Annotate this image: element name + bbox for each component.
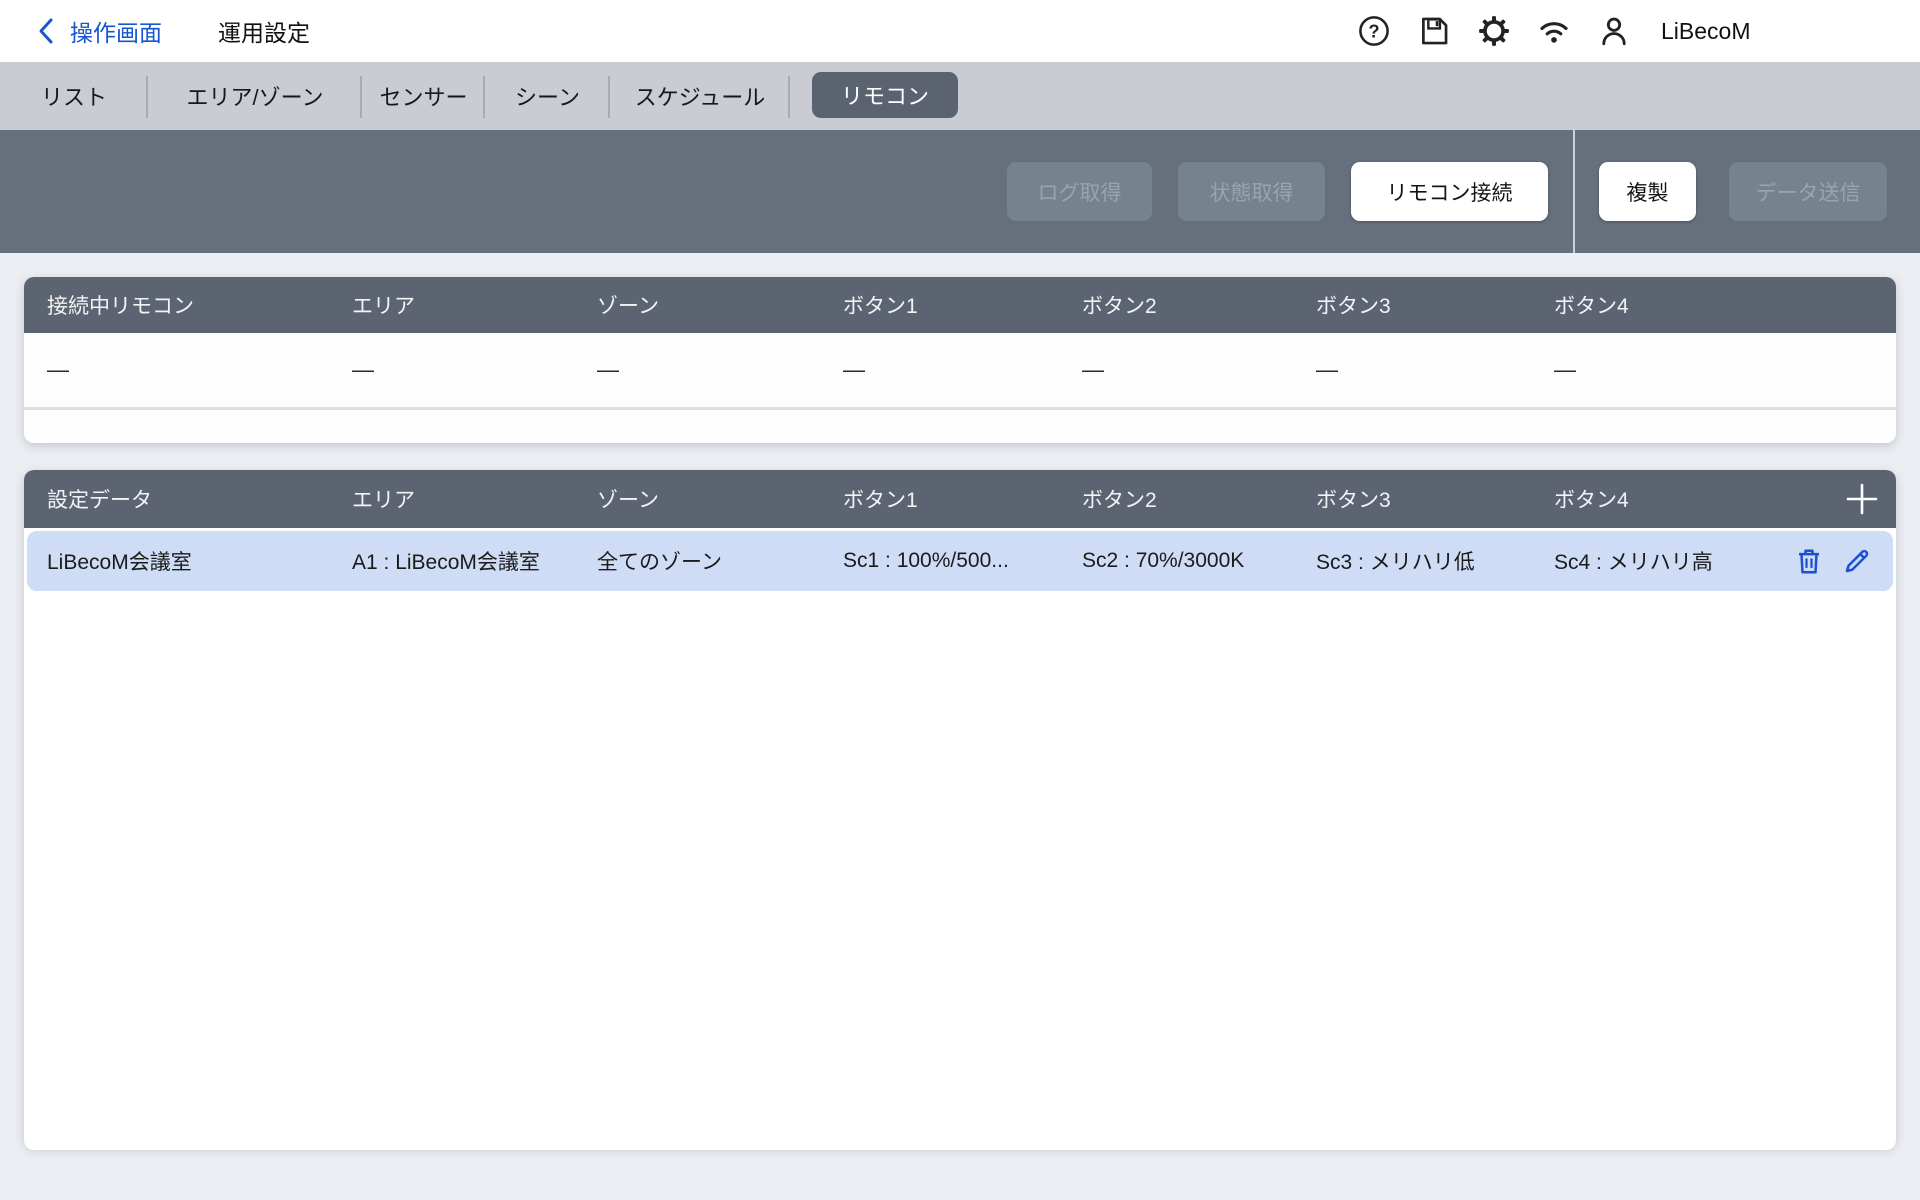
connected-table-footer <box>24 410 1896 440</box>
action-toolbar: ログ取得 状態取得 リモコン接続 複製 データ送信 <box>0 130 1920 253</box>
settings-table-header: 設定データ エリア ゾーン ボタン1 ボタン2 ボタン3 ボタン4 <box>24 470 1896 528</box>
column-header: 設定データ <box>47 484 352 514</box>
column-header: 接続中リモコン <box>47 290 352 320</box>
tab-scene[interactable]: シーン <box>485 62 610 130</box>
remote-connect-button[interactable]: リモコン接続 <box>1351 162 1548 221</box>
column-header: ボタン3 <box>1316 290 1554 320</box>
column-header: ボタン3 <box>1316 484 1554 514</box>
column-header: エリア <box>352 290 597 320</box>
user-icon[interactable] <box>1597 14 1631 48</box>
help-icon[interactable]: ? <box>1357 14 1391 48</box>
cell-zone: — <box>597 357 843 383</box>
connected-remote-row: — — — — — — — <box>24 333 1896 410</box>
cell-button2: — <box>1082 357 1316 383</box>
back-link[interactable]: 操作画面 <box>36 0 162 62</box>
column-header: ボタン2 <box>1082 290 1316 320</box>
cell-name: LiBecoM会議室 <box>47 546 352 576</box>
svg-text:?: ? <box>1368 21 1379 42</box>
tab-schedule[interactable]: スケジュール <box>610 62 790 130</box>
settings-icon[interactable] <box>1477 14 1511 48</box>
toolbar-divider <box>1573 130 1575 253</box>
column-header: ボタン4 <box>1554 290 1794 320</box>
top-bar: 操作画面 運用設定 ? <box>0 0 1920 62</box>
back-chevron-icon <box>36 16 58 46</box>
column-header: ボタン1 <box>843 290 1082 320</box>
send-data-button[interactable]: データ送信 <box>1729 162 1887 221</box>
cell-button4: Sc4 : メリハリ高 <box>1554 546 1794 576</box>
cell-button1: Sc1 : 100%/500... <box>843 549 1082 573</box>
column-header: ゾーン <box>597 484 843 514</box>
edit-icon[interactable] <box>1842 546 1872 576</box>
cell-button4: — <box>1554 357 1794 383</box>
wifi-icon[interactable] <box>1537 14 1571 48</box>
tab-area-zone[interactable]: エリア/ゾーン <box>148 62 362 130</box>
cell-button2: Sc2 : 70%/3000K <box>1082 549 1316 573</box>
get-status-button[interactable]: 状態取得 <box>1178 162 1325 221</box>
tab-bar: リスト エリア/ゾーン センサー シーン スケジュール リモコン <box>0 62 1920 130</box>
topbar-actions: ? <box>1357 0 1750 62</box>
save-icon[interactable] <box>1417 14 1451 48</box>
settings-row-selected[interactable]: LiBecoM会議室 A1 : LiBecoM会議室 全てのゾーン Sc1 : … <box>27 531 1893 591</box>
tab-sensor[interactable]: センサー <box>362 62 485 130</box>
cell-button1: — <box>843 357 1082 383</box>
add-setting-button[interactable] <box>1844 481 1880 517</box>
get-log-button[interactable]: ログ取得 <box>1007 162 1152 221</box>
column-header: エリア <box>352 484 597 514</box>
column-header: ボタン4 <box>1554 484 1794 514</box>
tab-remote-selected[interactable]: リモコン <box>812 72 958 118</box>
delete-icon[interactable] <box>1794 546 1824 576</box>
settings-table-body: LiBecoM会議室 A1 : LiBecoM会議室 全てのゾーン Sc1 : … <box>24 531 1896 1150</box>
cell-remote: — <box>47 357 352 383</box>
cell-button3: Sc3 : メリハリ低 <box>1316 546 1554 576</box>
user-name-label: LiBecoM <box>1661 18 1750 45</box>
duplicate-button[interactable]: 複製 <box>1599 162 1696 221</box>
cell-button3: — <box>1316 357 1554 383</box>
settings-data-table: 設定データ エリア ゾーン ボタン1 ボタン2 ボタン3 ボタン4 LiBeco… <box>24 470 1896 1147</box>
column-header: ゾーン <box>597 290 843 320</box>
tab-list[interactable]: リスト <box>0 62 148 130</box>
page-title: 運用設定 <box>218 0 310 62</box>
cell-zone: 全てのゾーン <box>597 546 843 576</box>
cell-area: — <box>352 357 597 383</box>
connected-table-header: 接続中リモコン エリア ゾーン ボタン1 ボタン2 ボタン3 ボタン4 <box>24 277 1896 333</box>
cell-area: A1 : LiBecoM会議室 <box>352 546 597 576</box>
back-link-label: 操作画面 <box>70 14 162 48</box>
column-header: ボタン1 <box>843 484 1082 514</box>
column-header: ボタン2 <box>1082 484 1316 514</box>
connected-remote-table: 接続中リモコン エリア ゾーン ボタン1 ボタン2 ボタン3 ボタン4 — — … <box>24 277 1896 443</box>
